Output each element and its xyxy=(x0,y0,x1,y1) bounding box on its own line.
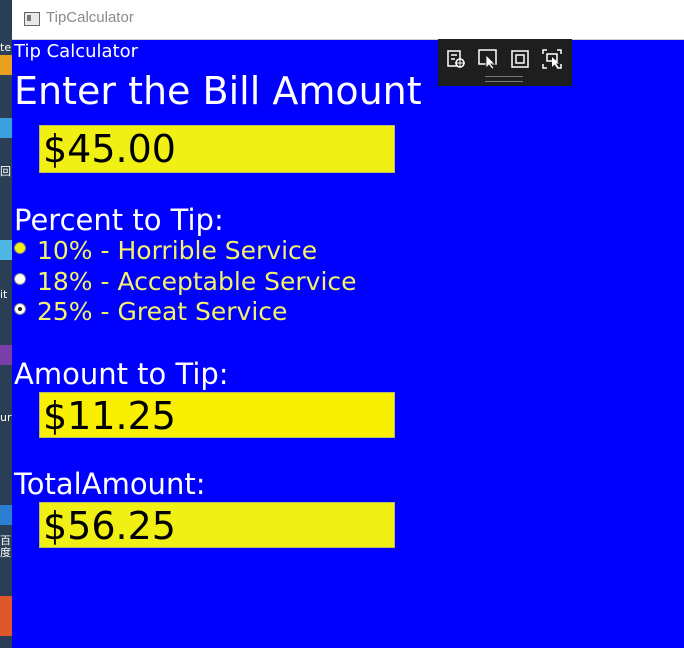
percent-label: Percent to Tip: xyxy=(14,203,224,237)
xaml-debug-toolbar xyxy=(438,39,572,86)
bill-heading: Enter the Bill Amount xyxy=(14,69,422,113)
toolbar-drag-handle[interactable] xyxy=(485,76,523,82)
desktop-label: it xyxy=(0,288,8,301)
desktop-label: 百度 xyxy=(0,534,11,559)
desktop-icon[interactable] xyxy=(0,505,12,525)
desktop-icon[interactable] xyxy=(0,55,12,75)
desktop-icon[interactable] xyxy=(0,118,12,138)
total-amount-field[interactable]: $56.25 xyxy=(39,502,395,548)
live-visual-tree-icon[interactable] xyxy=(445,48,467,70)
display-layout-adorners-icon[interactable] xyxy=(509,48,531,70)
tip-option-label[interactable]: 25% - Great Service xyxy=(37,297,287,326)
radio-button[interactable] xyxy=(14,273,26,285)
select-element-icon[interactable] xyxy=(477,48,499,70)
desktop-label: te xyxy=(0,41,12,54)
radio-button[interactable] xyxy=(14,242,26,254)
amount-to-tip-label: Amount to Tip: xyxy=(14,357,229,391)
tip-option-label[interactable]: 18% - Acceptable Service xyxy=(37,267,357,296)
total-amount-label: TotalAmount: xyxy=(14,467,206,501)
track-focus-icon[interactable] xyxy=(541,48,563,70)
app-title: Tip Calculator xyxy=(14,41,138,62)
desktop-background: te 回 it ur 百度 xyxy=(0,0,12,648)
bill-amount-input[interactable]: $45.00 xyxy=(39,125,395,173)
page-content: Tip Calculator Enter the Bill Amount $45… xyxy=(12,39,684,648)
app-icon xyxy=(24,12,40,26)
desktop-label: ur xyxy=(0,411,12,424)
title-bar[interactable]: TipCalculator xyxy=(12,0,684,40)
tip-option-label[interactable]: 10% - Horrible Service xyxy=(37,236,317,265)
desktop-label: 回 xyxy=(0,165,11,178)
app-window: TipCalculator Tip Calculator Enter the B… xyxy=(12,0,684,648)
window-title: TipCalculator xyxy=(46,9,134,26)
desktop-icon[interactable] xyxy=(0,345,12,365)
tip-amount-field[interactable]: $11.25 xyxy=(39,392,395,438)
desktop-icon[interactable] xyxy=(0,596,12,636)
desktop-icon[interactable] xyxy=(0,240,12,260)
radio-button[interactable] xyxy=(14,303,26,315)
